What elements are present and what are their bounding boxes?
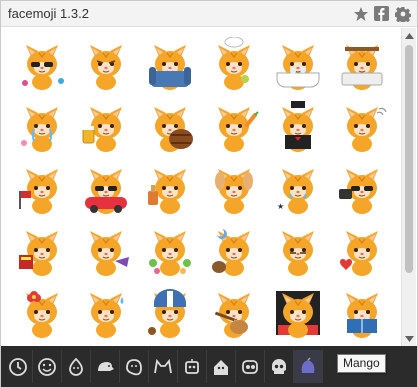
sticker-cat-shy[interactable] [266, 219, 330, 281]
sticker-cat-drink[interactable] [138, 157, 202, 219]
app-title: facemoji 1.3.2 [8, 6, 89, 21]
titlebar-icons [352, 5, 411, 22]
cat-carrot-icon [218, 107, 259, 152]
sticker-cat-flag[interactable] [10, 157, 74, 219]
sticker-cat-guitar[interactable] [202, 281, 266, 343]
cat-sweat-icon [90, 293, 124, 338]
sticker-cat-carrot[interactable] [202, 95, 266, 157]
cat-helmet-icon [148, 289, 186, 338]
mango-icon [301, 356, 315, 373]
cat-drink-icon [148, 169, 186, 214]
sticker-cat-book[interactable] [330, 281, 394, 343]
sticker-cat-bathtub[interactable] [266, 33, 330, 95]
category-tab-house[interactable] [207, 350, 236, 383]
gear-icon[interactable] [394, 5, 411, 22]
sticker-cat-crying[interactable] [10, 95, 74, 157]
svg-text:★: ★ [277, 202, 284, 211]
category-tab-hedgehog[interactable] [91, 350, 120, 383]
scroll-up-arrow-icon[interactable] [402, 28, 417, 43]
sticker-cat-grumpy[interactable] [74, 33, 138, 95]
star-icon[interactable] [352, 5, 369, 22]
cat-bed-icon [341, 45, 383, 90]
cat-moon-icon [212, 229, 250, 276]
category-tab-monster[interactable] [236, 350, 265, 383]
blob-icon [126, 358, 142, 375]
facebook-icon[interactable] [373, 5, 390, 22]
sticker-cat-beer[interactable] [74, 95, 138, 157]
monster-icon [242, 359, 258, 374]
sticker-cat-sick[interactable] [138, 219, 202, 281]
sticker-cat-heart[interactable] [330, 219, 394, 281]
robot-icon [185, 358, 199, 374]
sticker-cat-dog-ears[interactable] [202, 157, 266, 219]
sticker-grid: ★ [10, 33, 394, 343]
sticker-cat-wave[interactable] [330, 95, 394, 157]
vertical-scrollbar[interactable] [401, 28, 416, 346]
category-tab-cat-outline[interactable] [149, 350, 178, 383]
clock-icon [9, 357, 27, 376]
category-tab-smiley[interactable] [33, 350, 62, 383]
onion-icon [69, 357, 83, 376]
sticker-grid-area: ★ [2, 28, 402, 346]
sticker-cat-moon[interactable] [202, 219, 266, 281]
category-tab-onion[interactable] [62, 350, 91, 383]
sticker-cat-chef[interactable] [202, 33, 266, 95]
sticker-cat-helmet[interactable] [138, 281, 202, 343]
cat-flag-red-icon [19, 231, 58, 276]
cat-book-icon [346, 293, 378, 338]
sticker-cat-barrel[interactable] [138, 95, 202, 157]
sticker-cat-car[interactable] [74, 157, 138, 219]
category-tab-skull[interactable] [265, 350, 294, 383]
cat-sunglasses-icon [22, 45, 64, 90]
cat-heart-icon [340, 231, 378, 276]
sticker-cat-flag-red[interactable] [10, 219, 74, 281]
cat-car-icon [85, 169, 127, 214]
cat-wave-icon [346, 107, 387, 152]
cat-shock-icon [276, 291, 320, 338]
skull-icon [272, 358, 286, 374]
cat-beer-icon [82, 107, 122, 152]
cat-guitar-icon [214, 293, 250, 338]
app-window: facemoji 1.3.2 ★ Mango [0, 0, 418, 387]
sticker-cat-bed[interactable] [330, 33, 394, 95]
cat-horn-icon [90, 231, 129, 276]
smiley-icon [38, 357, 56, 376]
house-icon [214, 359, 228, 375]
sticker-cat-cup[interactable] [330, 157, 394, 219]
sticker-cat-sweat[interactable] [74, 281, 138, 343]
sticker-cat-tuxedo[interactable] [266, 95, 330, 157]
cat-dog-ears-icon [215, 169, 253, 214]
cat-bathtub-icon [276, 45, 320, 90]
sticker-cat-shock[interactable] [266, 281, 330, 343]
hedgehog-icon [98, 361, 114, 371]
cat-outline-icon [154, 358, 172, 373]
sticker-cat-sunglasses[interactable] [10, 33, 74, 95]
scroll-down-arrow-icon[interactable] [402, 331, 417, 346]
cat-grumpy-icon [90, 45, 122, 90]
scrollbar-thumb[interactable] [405, 45, 413, 273]
category-tab-robot[interactable] [178, 350, 207, 383]
cat-cup-icon [339, 169, 378, 214]
cat-shy-icon [282, 231, 314, 276]
sticker-cat-armchair[interactable] [138, 33, 202, 95]
cat-sad-icon: ★ [277, 169, 314, 214]
cat-flower-icon [26, 291, 58, 338]
cat-armchair-icon [149, 45, 191, 90]
cat-chef-icon [218, 37, 250, 90]
category-tooltip: Mango [337, 354, 386, 373]
cat-barrel-icon [154, 107, 193, 152]
cat-flag-icon [19, 169, 58, 214]
cat-tuxedo-icon [282, 101, 314, 152]
sticker-cat-sad[interactable]: ★ [266, 157, 330, 219]
category-tab-blob[interactable] [120, 350, 149, 383]
category-tab-mango[interactable] [294, 350, 323, 383]
category-tab-clock[interactable] [4, 350, 33, 383]
titlebar: facemoji 1.3.2 [1, 1, 417, 27]
sticker-cat-flower[interactable] [10, 281, 74, 343]
sticker-cat-horn[interactable] [74, 219, 138, 281]
cat-sick-icon [149, 231, 191, 276]
cat-crying-icon [21, 107, 58, 152]
